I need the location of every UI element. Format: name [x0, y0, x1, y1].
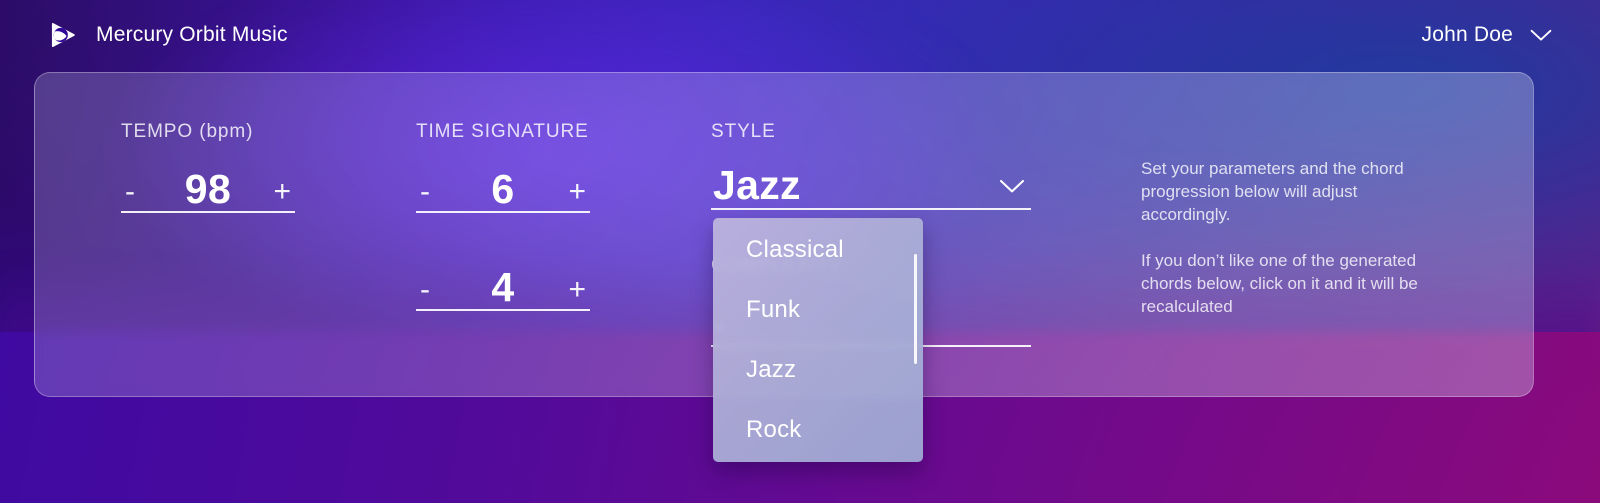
time-signature-denominator-increment-button[interactable]: + — [568, 275, 586, 305]
app-header: Mercury Orbit Music John Doe — [0, 0, 1600, 70]
tempo-label: TEMPO (bpm) — [121, 121, 295, 143]
time-signature-denominator-value: 4 — [416, 267, 590, 308]
time-signature-numerator-stepper: - 6 + — [416, 155, 590, 213]
style-option-jazz[interactable]: Jazz — [746, 358, 796, 382]
style-dropdown-menu: Classical Funk Jazz Rock — [713, 218, 923, 462]
chevron-down-icon — [1530, 29, 1552, 42]
tempo-stepper: - 98 + — [121, 155, 295, 213]
tempo-increment-button[interactable]: + — [273, 177, 291, 207]
help-paragraph-1: Set your parameters and the chord progre… — [1141, 157, 1441, 226]
style-label: STYLE — [711, 121, 1031, 143]
style-selected-value: Jazz — [713, 165, 801, 206]
user-name: John Doe — [1422, 23, 1514, 47]
help-paragraph-2: If you don’t like one of the generated c… — [1141, 249, 1441, 318]
time-signature-denominator-stepper: - 4 + — [416, 253, 590, 311]
style-option-funk[interactable]: Funk — [746, 298, 800, 322]
time-signature-field: TIME SIGNATURE - 6 + - 4 + — [416, 121, 590, 311]
brand-name: Mercury Orbit Music — [96, 23, 288, 47]
app-root: Mercury Orbit Music John Doe TEMPO (bpm)… — [0, 0, 1600, 503]
user-menu[interactable]: John Doe — [1422, 23, 1567, 47]
play-logo-icon — [48, 20, 78, 50]
style-field: STYLE Jazz — [711, 121, 1031, 210]
style-option-classical[interactable]: Classical — [746, 238, 844, 262]
brand[interactable]: Mercury Orbit Music — [48, 20, 288, 50]
time-signature-label: TIME SIGNATURE — [416, 121, 590, 143]
style-select[interactable]: Jazz — [711, 150, 1031, 210]
style-option-rock[interactable]: Rock — [746, 418, 801, 442]
time-signature-numerator-value: 6 — [416, 169, 590, 210]
help-text: Set your parameters and the chord progre… — [1141, 157, 1441, 318]
style-dropdown-scrollbar[interactable] — [914, 254, 917, 364]
tempo-field: TEMPO (bpm) - 98 + — [121, 121, 295, 213]
tempo-value: 98 — [121, 169, 295, 210]
time-signature-numerator-increment-button[interactable]: + — [568, 177, 586, 207]
